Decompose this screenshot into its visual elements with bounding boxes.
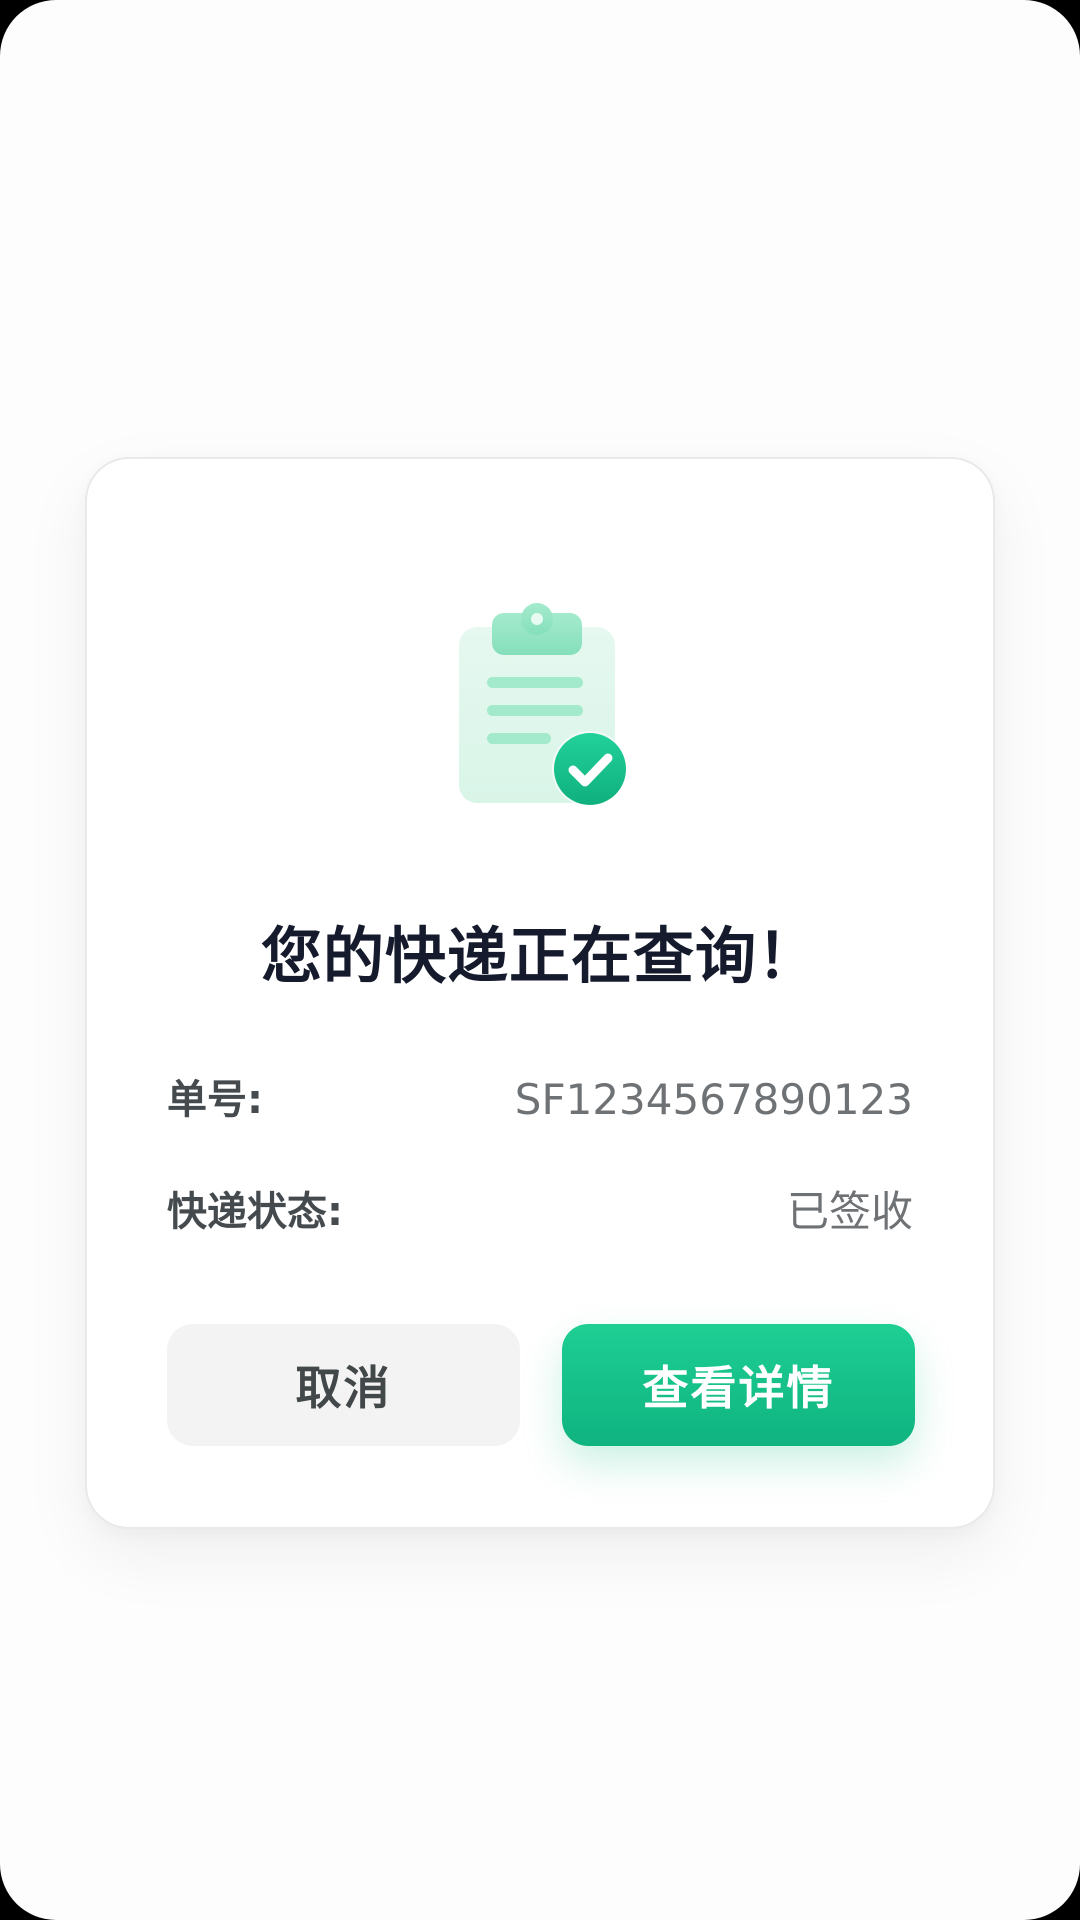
tracking-number-label: 单号: xyxy=(167,1077,263,1123)
clipboard-check-icon xyxy=(459,599,639,809)
screen: 您的快递正在查询！ 单号: SF1234567890123 快递状态: 已签收 … xyxy=(0,0,1080,1920)
cancel-button[interactable]: 取消 xyxy=(167,1324,520,1446)
view-details-button[interactable]: 查看详情 xyxy=(562,1324,915,1446)
query-dialog: 您的快递正在查询！ 单号: SF1234567890123 快递状态: 已签收 … xyxy=(85,457,995,1529)
tracking-number-value: SF1234567890123 xyxy=(514,1075,913,1124)
delivery-status-value: 已签收 xyxy=(786,1187,913,1236)
dialog-title: 您的快递正在查询！ xyxy=(260,921,819,992)
delivery-status-label: 快递状态: xyxy=(167,1189,343,1235)
